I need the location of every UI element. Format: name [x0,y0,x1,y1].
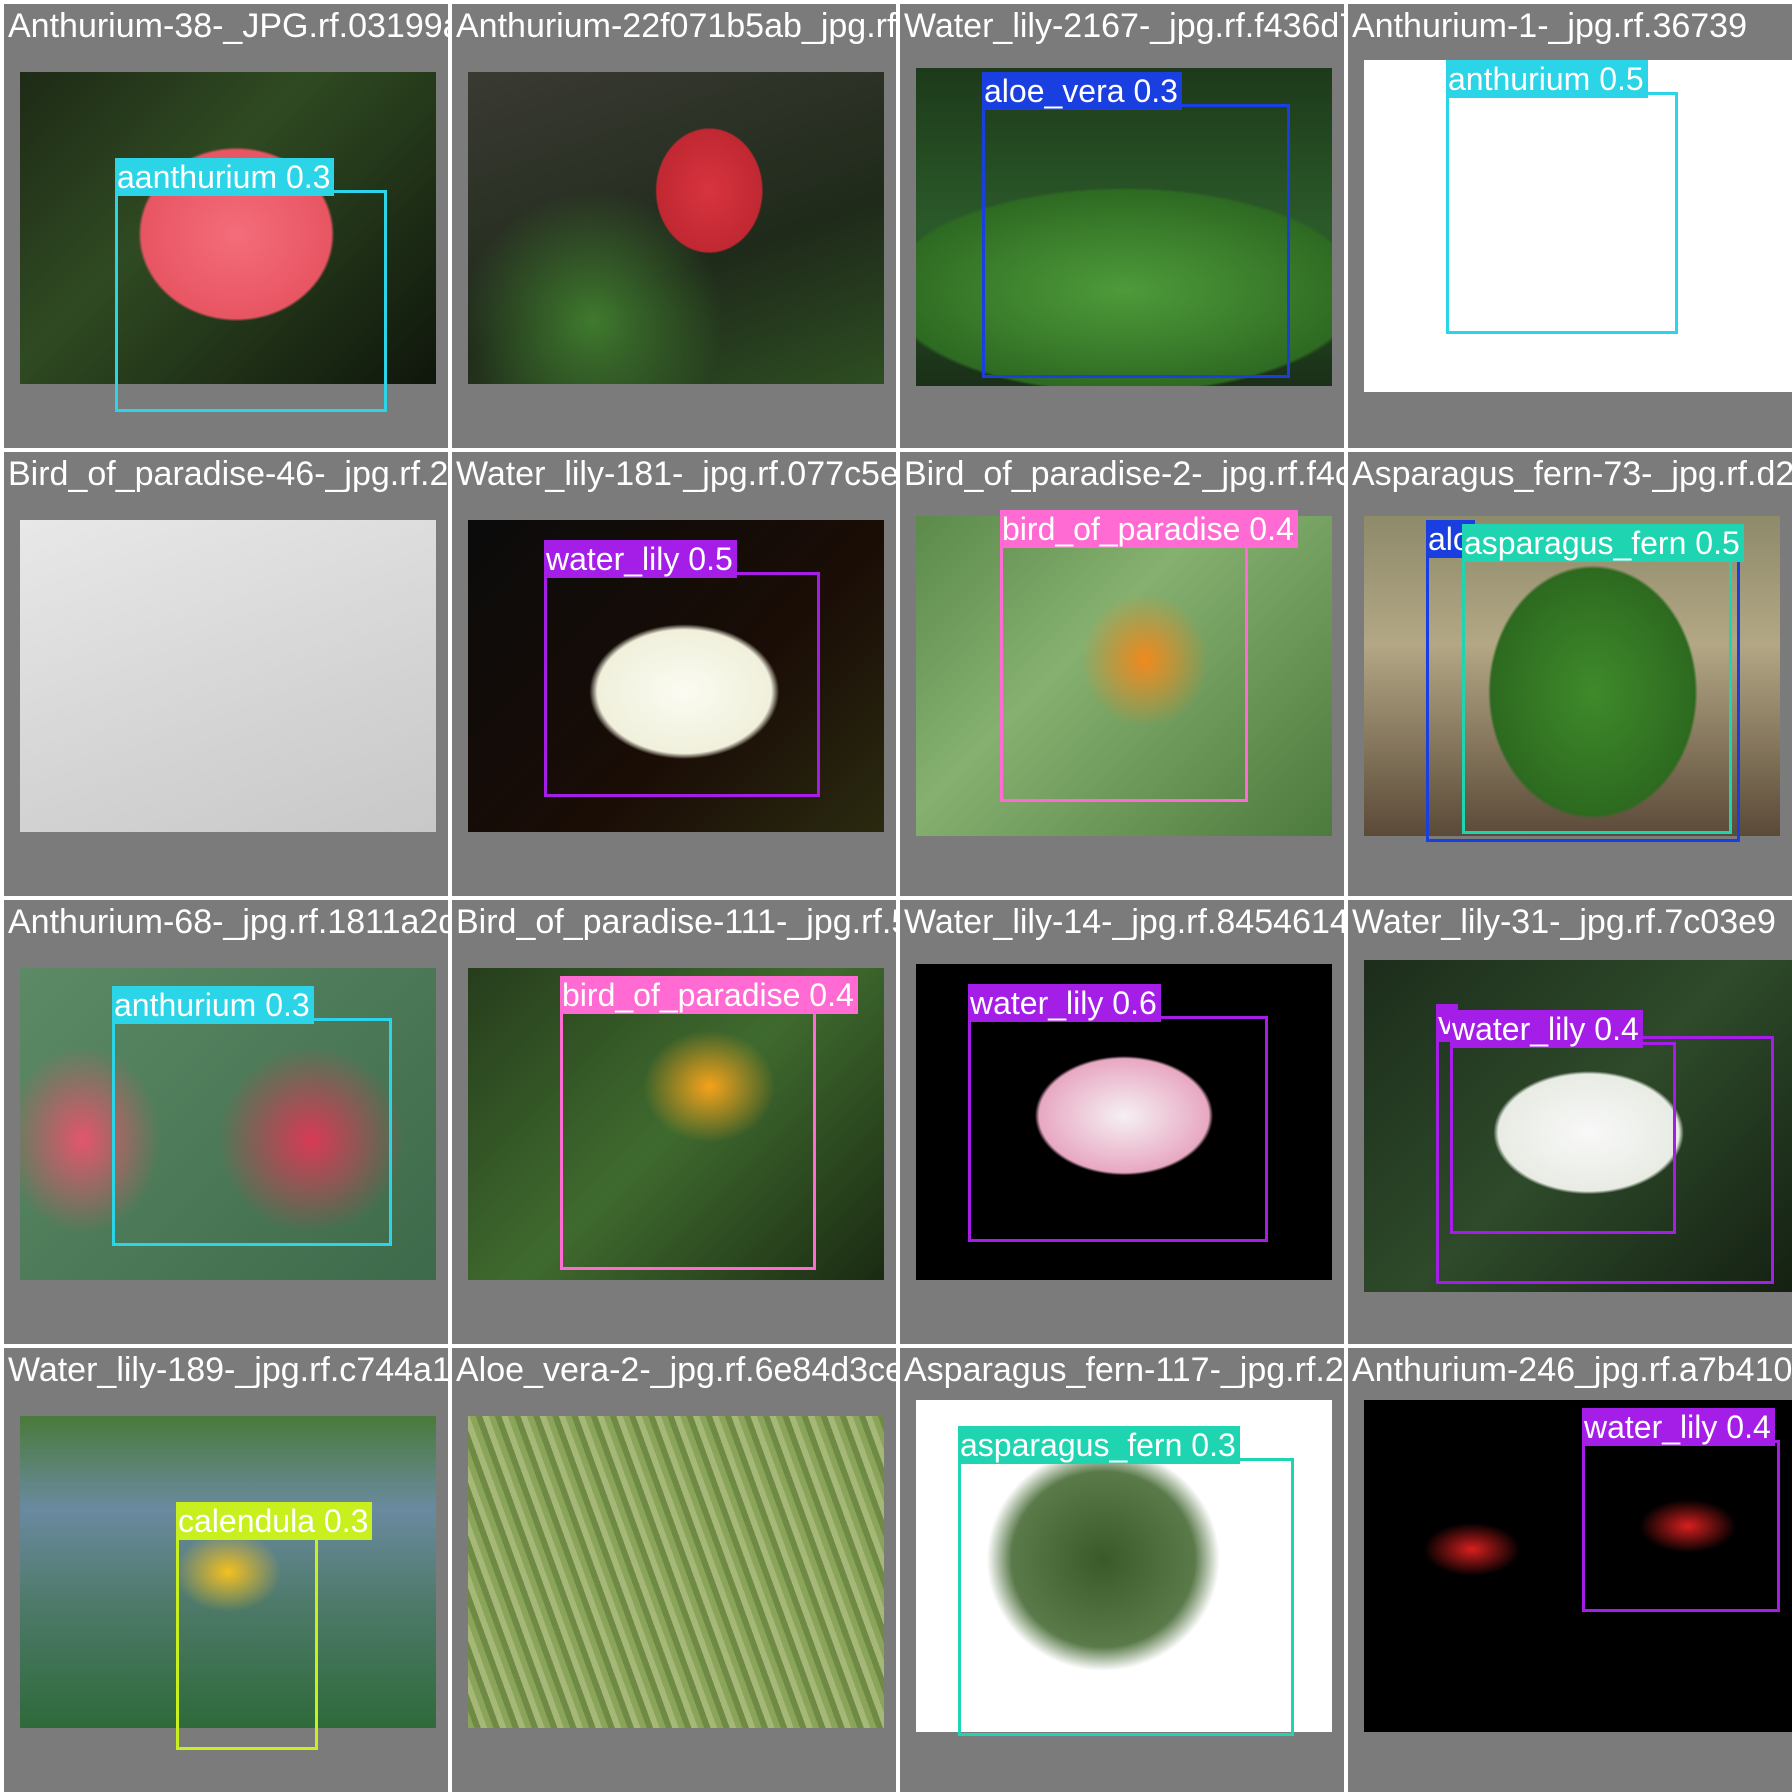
tile-photo [468,72,884,384]
prediction-tile[interactable]: Anthurium-22f071b5ab_jpg.rf.7d8e29f... [452,4,896,448]
image-filename: Bird_of_paradise-111-_jpg.rf.5ed5f19414 [456,903,896,941]
detection-label: bird_of_paradise 0.4 [560,976,858,1014]
detection-box: anthurium 0.3 [112,986,392,1246]
prediction-tile[interactable]: Water_lily-31-_jpg.rf.7c03e9 v water_lily … [1348,900,1792,1344]
image-filename: Anthurium-22f071b5ab_jpg.rf.7d8e29f... [456,7,896,45]
prediction-tile[interactable]: Water_lily-189-_jpg.rf.c744a1f5ad481d510… [4,1348,448,1792]
prediction-tile[interactable]: Anthurium-1-_jpg.rf.36739 anthurium 0.5 [1348,4,1792,448]
detection-label: water_lily 0.5 [544,540,737,578]
detection-box: water_lily 0.4 [1582,1408,1780,1612]
image-filename: Aloe_vera-2-_jpg.rf.6e84d3ce298a4 [456,1351,896,1389]
prediction-tile[interactable]: Anthurium-246_jpg.rf.a7b410 water_lily 0.… [1348,1348,1792,1792]
detection-box: asparagus_fern 0.3 [958,1426,1294,1736]
detection-box: bird_of_paradise 0.4 [1000,510,1298,802]
image-filename: Water_lily-2167-_jpg.rf.f436d70d20c1467b [904,7,1344,45]
prediction-tile[interactable]: Anthurium-68-_jpg.rf.1811a2d5db9f1e8dant… [4,900,448,1344]
image-filename: Water_lily-189-_jpg.rf.c744a1f5ad481d510 [8,1351,448,1389]
prediction-tile[interactable]: Water_lily-181-_jpg.rf.077c5e water_lily … [452,452,896,896]
prediction-tile[interactable]: Asparagus_fern-117-_jpg.rf.27a7dc0af9236… [900,1348,1344,1792]
prediction-tile[interactable]: Water_lily-14-_jpg.rf.8454614f0f136f5b37… [900,900,1344,1344]
detection-box: bird_of_paradise 0.4 [560,976,858,1270]
detection-label: calendula 0.3 [176,1502,373,1540]
detection-label: anthurium 0.5 [1446,60,1648,98]
prediction-tile[interactable]: Bird_of_paradise-2-_jpg.rf.f4c7da13af99e… [900,452,1344,896]
image-filename: Water_lily-181-_jpg.rf.077c5e [456,455,896,493]
image-filename: Bird_of_paradise-46-_jpg.rf.2f648b9f40d8 [8,455,448,493]
detection-box: calendula 0.3 [176,1502,373,1750]
image-filename: Anthurium-68-_jpg.rf.1811a2d5db9f1e8d [8,903,448,941]
detection-label: water_lily 0.4 [1582,1408,1775,1446]
tile-photo [468,1416,884,1728]
detection-label: aanthurium 0.3 [115,158,335,196]
tile-photo [20,520,436,832]
image-filename: Anthurium-38-_JPG.rf.03199aanthurium... [8,7,448,45]
prediction-tile[interactable]: Bird_of_paradise-111-_jpg.rf.5ed5f19414b… [452,900,896,1344]
detection-box: water_lily 0.5 [544,540,820,797]
image-filename: Anthurium-1-_jpg.rf.36739 [1352,7,1748,45]
image-filename: Asparagus_fern-117-_jpg.rf.27a7dc0af9236 [904,1351,1344,1389]
prediction-tile[interactable]: Asparagus_fern-73-_jpg.rf.d2 alo asparagus… [1348,452,1792,896]
detection-label: asparagus_fern 0.5 [1462,524,1744,562]
detection-box: water_lily 0.4 [1450,1010,1676,1234]
image-filename: Anthurium-246_jpg.rf.a7b410 [1352,1351,1792,1389]
detection-box: aloe_vera 0.3 [982,72,1290,378]
detection-box: asparagus_fern 0.5 [1462,524,1744,834]
image-filename: Water_lily-31-_jpg.rf.7c03e9 [1352,903,1776,941]
detection-label: water_lily 0.4 [1450,1010,1643,1048]
prediction-tile[interactable]: Bird_of_paradise-46-_jpg.rf.2f648b9f40d8 [4,452,448,896]
image-filename: Water_lily-14-_jpg.rf.8454614f0f136f5b37 [904,903,1344,941]
detection-label: aloe_vera 0.3 [982,72,1182,110]
image-filename: Bird_of_paradise-2-_jpg.rf.f4c7da13af99e [904,455,1344,493]
detection-box: aanthurium 0.3 [115,158,387,412]
prediction-tile[interactable]: Water_lily-2167-_jpg.rf.f436d70d20c1467b… [900,4,1344,448]
detection-box: anthurium 0.5 [1446,60,1678,334]
detection-label: anthurium 0.3 [112,986,314,1024]
detection-label: asparagus_fern 0.3 [958,1426,1240,1464]
detection-box: water_lily 0.6 [968,984,1268,1242]
prediction-tile[interactable]: Anthurium-38-_JPG.rf.03199aanthurium...a… [4,4,448,448]
prediction-grid: Anthurium-38-_JPG.rf.03199aanthurium...a… [0,0,1792,1792]
image-filename: Asparagus_fern-73-_jpg.rf.d2 [1352,455,1792,493]
prediction-tile[interactable]: Aloe_vera-2-_jpg.rf.6e84d3ce298a4 [452,1348,896,1792]
detection-label: bird_of_paradise 0.4 [1000,510,1298,548]
detection-label: water_lily 0.6 [968,984,1161,1022]
